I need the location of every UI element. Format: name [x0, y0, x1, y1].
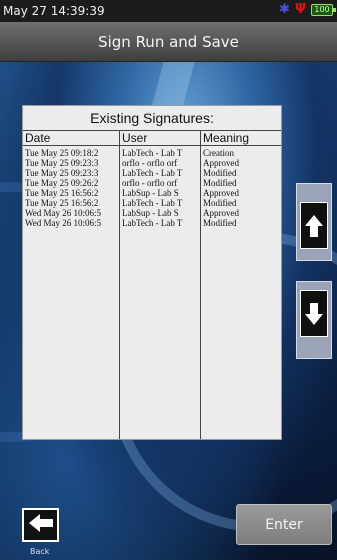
bluetooth-icon: ✱ [279, 2, 290, 17]
status-icons: ✱ Ψ 100 [279, 2, 336, 17]
table-cell-meaning: Modified [203, 178, 237, 188]
enter-button[interactable]: Enter [236, 504, 332, 545]
status-datetime: May 27 14:39:39 [3, 4, 105, 18]
date-column: Tue May 25 09:18:2 Tue May 25 09:23:3 Tu… [23, 146, 120, 439]
table-cell-date: Tue May 25 16:56:2 [25, 198, 99, 208]
back-label: Back [30, 547, 50, 556]
column-header-meaning: Meaning [203, 131, 250, 145]
column-header-date: Date [23, 131, 120, 145]
back-button[interactable] [22, 508, 59, 542]
arrow-left-icon [28, 513, 54, 537]
table-cell-meaning: Approved [203, 188, 239, 198]
table-cell-meaning: Approved [203, 158, 239, 168]
battery-label: 100 [314, 5, 330, 14]
title-bar: Sign Run and Save [0, 22, 337, 62]
table-header: Date User Meaning [23, 130, 281, 146]
signatures-panel: Existing Signatures: Date User Meaning T… [22, 105, 282, 440]
table-cell-meaning: Creation [203, 148, 234, 158]
scroll-down-button[interactable] [296, 281, 332, 359]
enter-label: Enter [265, 516, 303, 533]
status-bar: May 27 14:39:39 ✱ Ψ 100 [0, 0, 337, 22]
battery-icon: 100 [311, 4, 336, 16]
arrow-down-icon [300, 290, 328, 337]
table-cell-user: orflo - orflo orf [122, 178, 178, 188]
table-cell-date: Tue May 25 16:56:2 [25, 188, 99, 198]
usb-icon: Ψ [294, 2, 306, 17]
table-cell-user: LabTech - Lab T [122, 198, 183, 208]
table-cell-user: LabTech - Lab T [122, 168, 183, 178]
table-cell-meaning: Modified [203, 218, 237, 228]
table-cell-user: LabSup - Lab S [122, 188, 179, 198]
table-cell-date: Tue May 25 09:23:3 [25, 168, 99, 178]
signatures-table[interactable]: Tue May 25 09:18:2 Tue May 25 09:23:3 Tu… [23, 146, 281, 439]
table-cell-user: LabSup - Lab S [122, 208, 179, 218]
table-cell-date: Tue May 25 09:18:2 [25, 148, 99, 158]
table-cell-meaning: Modified [203, 198, 237, 208]
user-column: LabTech - Lab T orflo - orflo orf LabTec… [120, 146, 201, 439]
table-cell-date: Wed May 26 10:06:5 [25, 208, 102, 218]
meaning-column: Creation Approved Modified Modified Appr… [201, 146, 281, 439]
scroll-up-button[interactable] [296, 183, 332, 261]
table-cell-date: Tue May 25 09:26:2 [25, 178, 99, 188]
arrow-up-icon [300, 202, 328, 249]
table-cell-user: LabTech - Lab T [122, 218, 183, 228]
table-cell-meaning: Approved [203, 208, 239, 218]
table-cell-user: LabTech - Lab T [122, 148, 183, 158]
table-cell-date: Wed May 26 10:06:5 [25, 218, 102, 228]
table-cell-date: Tue May 25 09:23:3 [25, 158, 99, 168]
signatures-heading: Existing Signatures: [90, 110, 214, 126]
page-title: Sign Run and Save [98, 32, 239, 51]
table-cell-user: orflo - orflo orf [122, 158, 178, 168]
table-cell-meaning: Modified [203, 168, 237, 178]
column-header-user: User [120, 131, 201, 145]
